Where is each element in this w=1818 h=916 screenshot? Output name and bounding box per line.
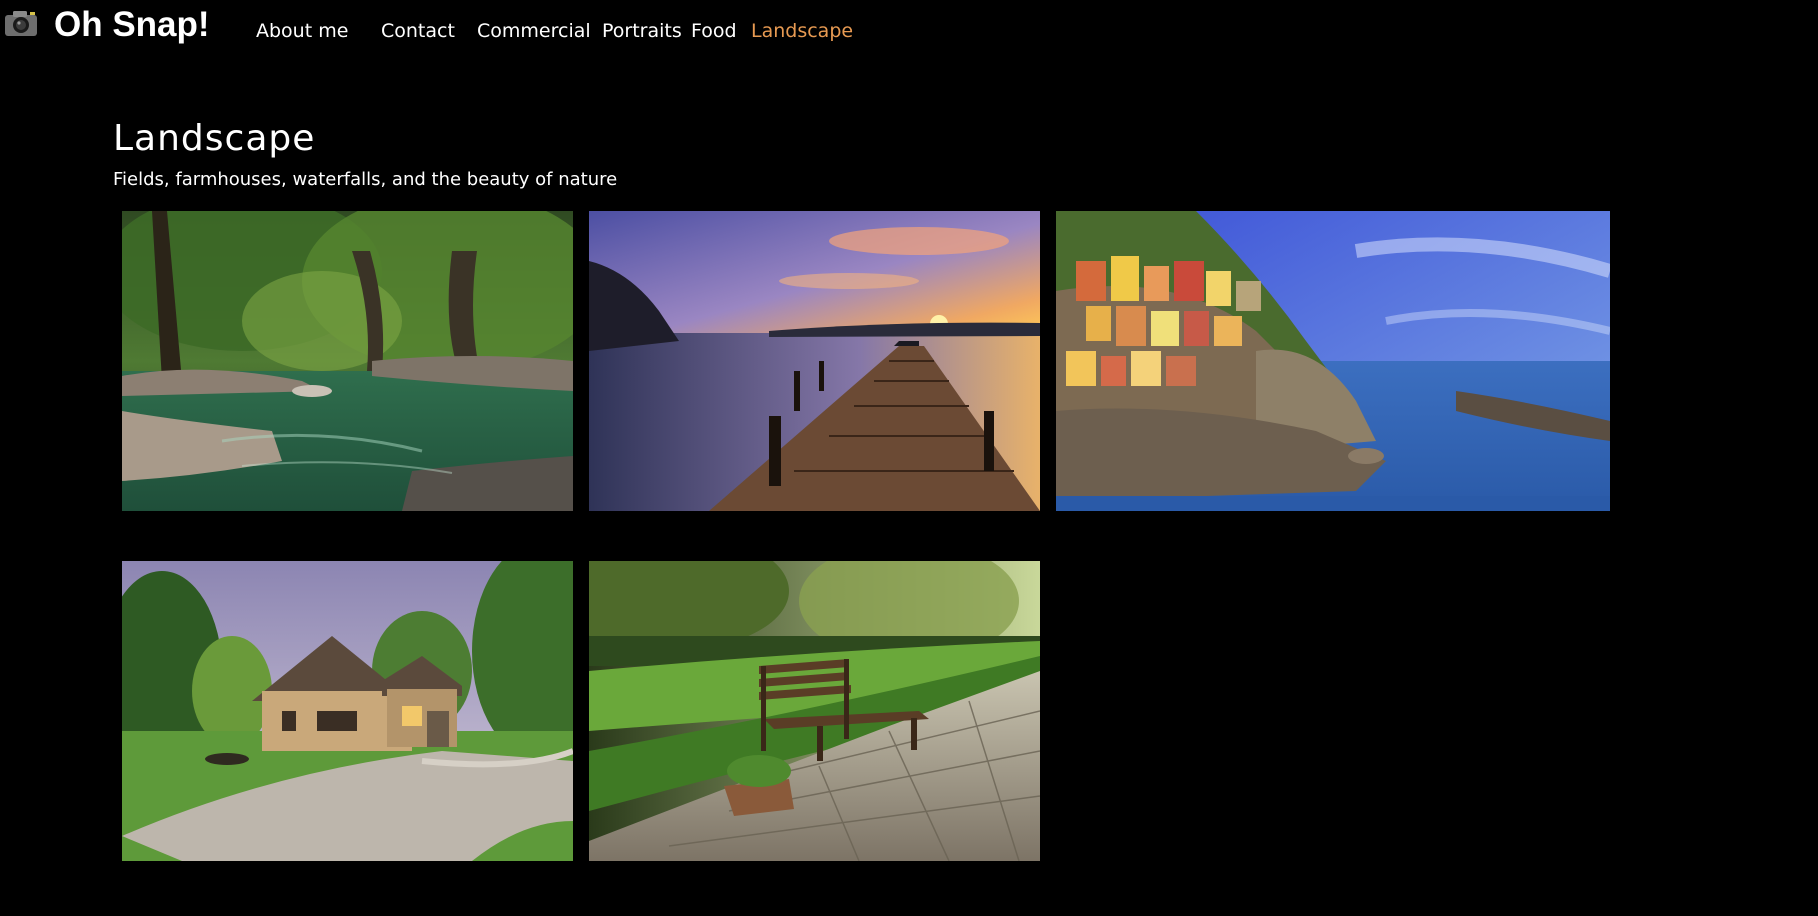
photo-country-house[interactable] [122, 561, 573, 861]
photo-forest-river[interactable] [122, 211, 573, 511]
site-brand-title[interactable]: Oh Snap! [54, 4, 210, 46]
photo-park-bench[interactable] [589, 561, 1040, 861]
nav-item-food[interactable]: Food [691, 18, 737, 44]
page-title: Landscape [113, 118, 316, 159]
nav-item-about-me[interactable]: About me [256, 18, 348, 44]
top-navigation-bar: Oh Snap! About me Contact Commercial Por… [0, 0, 1818, 60]
photo-lake-pier-sunset[interactable] [589, 211, 1040, 511]
page-subtitle: Fields, farmhouses, waterfalls, and the … [113, 169, 618, 190]
nav-item-landscape[interactable]: Landscape [751, 18, 853, 44]
camera-icon[interactable] [4, 9, 38, 37]
nav-item-contact[interactable]: Contact [381, 18, 455, 44]
photo-cliffside-village[interactable] [1056, 211, 1610, 511]
nav-item-commercial[interactable]: Commercial [477, 18, 591, 44]
nav-item-portraits[interactable]: Portraits [602, 18, 682, 44]
